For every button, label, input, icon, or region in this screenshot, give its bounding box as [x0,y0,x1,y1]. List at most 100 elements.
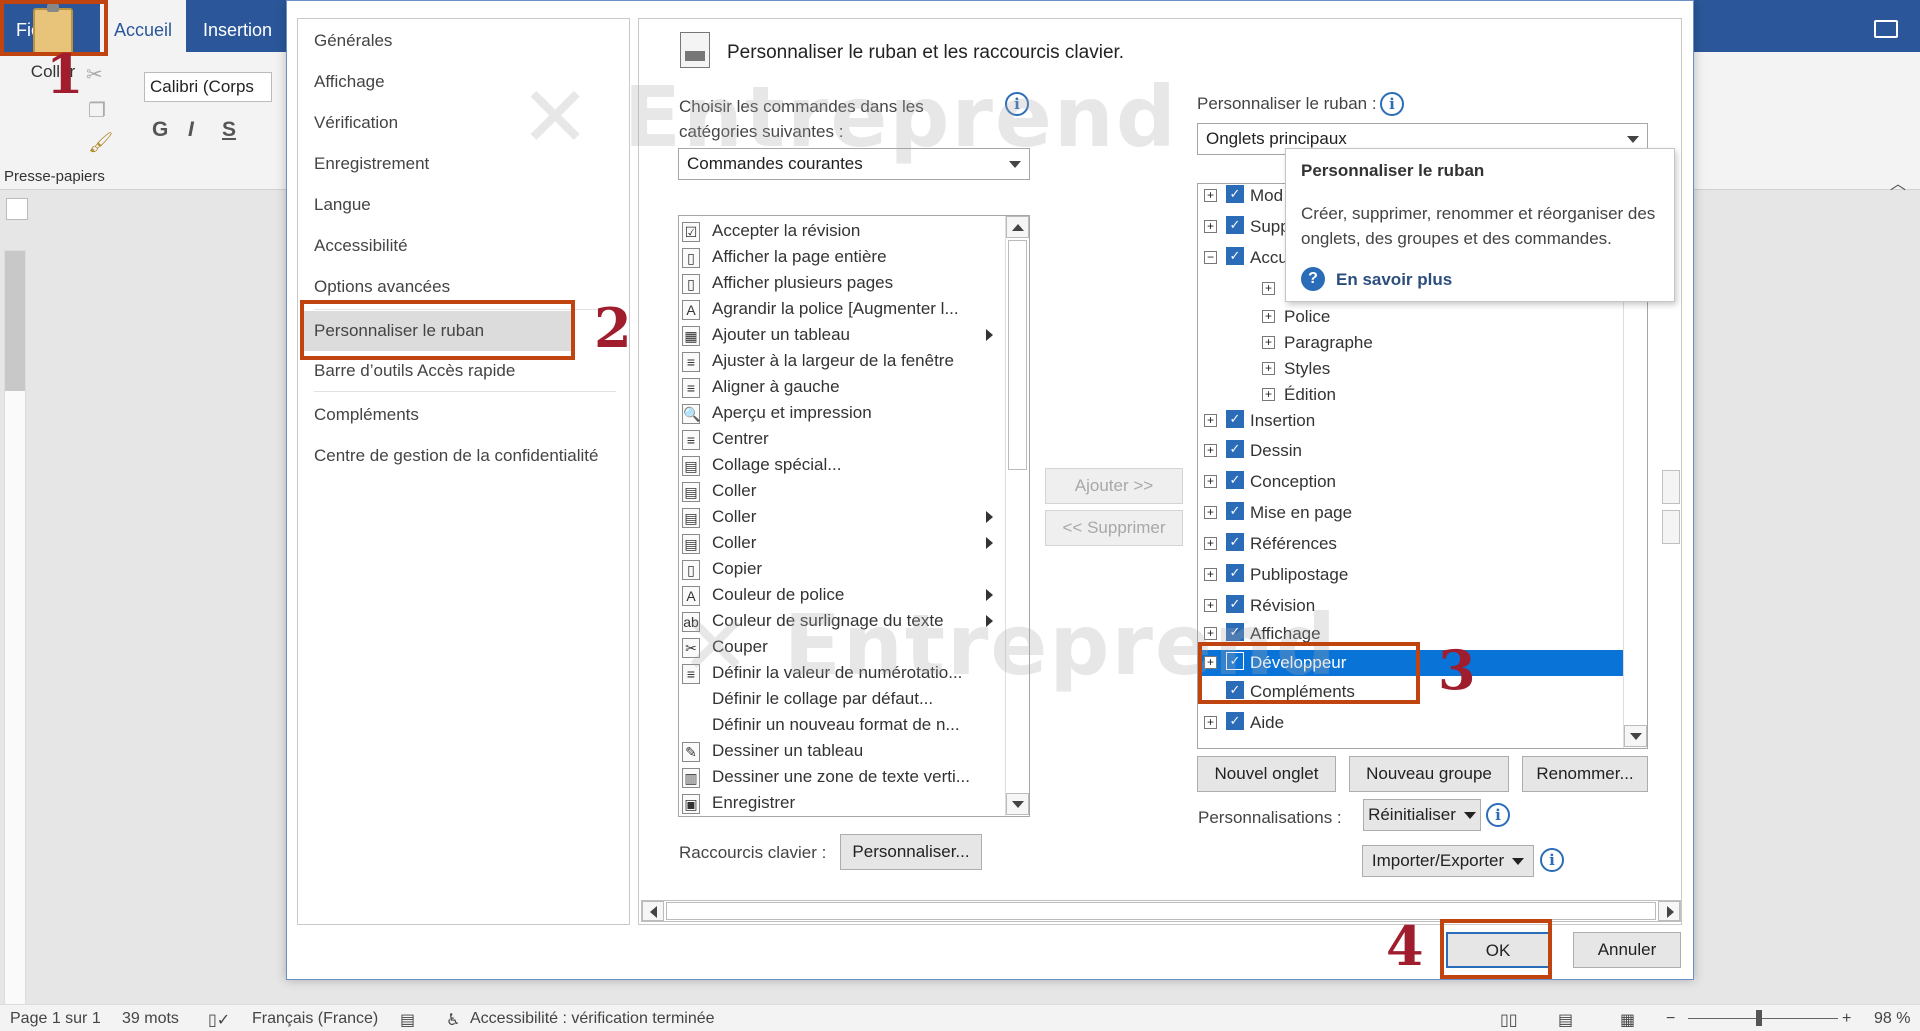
list-item[interactable]: ▦ Ajouter un tableau [679,323,1001,349]
list-item[interactable]: ≡ Centrer [679,427,1001,453]
scroll-right-button[interactable] [1658,901,1680,921]
nav-centre-confidentialite[interactable]: Centre de gestion de la confidentialité [314,446,598,466]
font-name-combo[interactable]: Calibri (Corps [144,72,272,102]
tree-item[interactable]: + Styles [1262,356,1618,382]
tree-item[interactable]: + Police [1262,304,1618,330]
scroll-down-button[interactable] [1624,725,1647,747]
list-item[interactable]: ▥ Dessiner une zone de texte verti... [679,765,1001,791]
nav-generales[interactable]: Générales [314,31,392,51]
checkbox-checked-icon[interactable]: ✓ [1226,471,1244,489]
customize-shortcuts-button[interactable]: Personnaliser... [840,834,982,870]
checkbox-checked-icon[interactable]: ✓ [1226,216,1244,234]
proofing-icon[interactable]: ▯✓ [208,1010,230,1030]
remove-button[interactable]: << Supprimer [1045,510,1183,546]
checkbox-checked-icon[interactable]: ✓ [1226,247,1244,265]
status-page[interactable]: Page 1 sur 1 [10,1010,101,1028]
format-painter-icon[interactable]: 🖌 [88,130,113,155]
expand-icon[interactable]: + [1262,282,1275,295]
cancel-button[interactable]: Annuler [1573,932,1681,968]
list-item[interactable]: ▯ Afficher plusieurs pages [679,271,1001,297]
scroll-thumb[interactable] [666,902,1656,920]
tree-item[interactable]: + ✓ Dessin [1204,438,1618,464]
zoom-in-icon[interactable]: + [1842,1010,1851,1028]
list-item[interactable]: ▣ Enregistrer [679,791,1001,816]
checkbox-checked-icon[interactable]: ✓ [1226,440,1244,458]
list-item[interactable]: ▤ Coller [679,505,1001,531]
expand-icon[interactable]: + [1204,568,1217,581]
tree-item[interactable]: + ✓ Aide [1204,710,1618,736]
rename-button[interactable]: Renommer... [1522,756,1648,792]
new-group-button[interactable]: Nouveau groupe [1349,756,1509,792]
cut-icon[interactable]: ✂ [86,62,103,87]
list-item[interactable]: ▤ Coller [679,479,1001,505]
macro-icon[interactable]: ▤ [400,1010,415,1030]
expand-icon[interactable]: + [1204,414,1217,427]
scroll-down-button[interactable] [1006,793,1029,815]
info-icon[interactable]: i [1380,92,1404,116]
move-up-button[interactable] [1662,470,1680,504]
checkbox-checked-icon[interactable]: ✓ [1226,502,1244,520]
print-layout-icon[interactable]: ▤ [1558,1010,1573,1030]
checkbox-checked-icon[interactable]: ✓ [1226,533,1244,551]
new-tab-button[interactable]: Nouvel onglet [1197,756,1336,792]
scroll-up-button[interactable] [1006,216,1029,238]
expand-icon[interactable]: + [1204,537,1217,550]
checkbox-checked-icon[interactable]: ✓ [1226,410,1244,428]
nav-options-avancees[interactable]: Options avancées [314,277,450,297]
list-item[interactable]: ▯ Afficher la page entière [679,245,1001,271]
tab-accueil[interactable]: Accueil [100,0,187,52]
list-item[interactable]: A Agrandir la police [Augmenter l... [679,297,1001,323]
list-item[interactable]: ▤ Coller [679,531,1001,557]
status-words[interactable]: 39 mots [122,1010,179,1028]
list-item[interactable]: Définir un nouveau format de n... [679,713,1001,739]
list-item[interactable]: ▤ Collage spécial... [679,453,1001,479]
web-layout-icon[interactable]: ▦ [1620,1010,1635,1030]
underline-button[interactable]: S [222,118,236,142]
checkbox-checked-icon[interactable]: ✓ [1226,185,1244,203]
nav-enregistrement[interactable]: Enregistrement [314,154,429,174]
scroll-left-button[interactable] [642,901,664,921]
tree-item[interactable]: + Paragraphe [1262,330,1618,356]
move-down-button[interactable] [1662,510,1680,544]
list-item[interactable]: ✎ Dessiner un tableau [679,739,1001,765]
bold-button[interactable]: G [152,118,168,142]
list-item[interactable]: ▯ Copier [679,557,1001,583]
italic-button[interactable]: I [188,118,194,142]
zoom-slider[interactable] [1688,1018,1838,1019]
expand-icon[interactable]: + [1204,475,1217,488]
info-icon[interactable]: i [1540,848,1564,872]
info-icon[interactable]: i [1486,803,1510,827]
zoom-level[interactable]: 98 % [1874,1010,1910,1028]
expand-icon[interactable]: + [1204,444,1217,457]
expand-icon[interactable]: + [1204,220,1217,233]
tree-item[interactable]: + ✓ Insertion [1204,408,1618,434]
import-export-button[interactable]: Importer/Exporter [1362,845,1534,877]
tree-item[interactable]: + ✓ Conception [1204,469,1618,495]
list-item[interactable]: ≡ Aligner à gauche [679,375,1001,401]
collapse-ribbon-icon[interactable]: ︿ [1890,170,1906,194]
nav-accessibilite[interactable]: Accessibilité [314,236,408,256]
tree-item[interactable]: + Édition [1262,382,1618,408]
read-mode-icon[interactable]: ▯▯ [1500,1010,1518,1030]
list-item[interactable]: 🔍 Aperçu et impression [679,401,1001,427]
expand-icon[interactable]: + [1204,189,1217,202]
status-language[interactable]: Français (France) [252,1010,378,1028]
nav-affichage[interactable]: Affichage [314,72,385,92]
checkbox-checked-icon[interactable]: ✓ [1226,712,1244,730]
zoom-out-icon[interactable]: − [1666,1010,1675,1028]
zoom-thumb[interactable] [1756,1010,1762,1026]
commands-scrollbar[interactable] [1005,216,1029,816]
add-button[interactable]: Ajouter >> [1045,468,1183,504]
tree-item[interactable]: + ✓ Publipostage [1204,562,1618,588]
scroll-thumb[interactable] [1008,240,1027,470]
status-accessibility[interactable]: Accessibilité : vérification terminée [470,1010,715,1028]
tab-selector[interactable] [6,198,28,220]
tree-item[interactable]: + ✓ Références [1204,531,1618,557]
accessibility-icon[interactable]: ♿ [446,1010,460,1030]
tab-insertion[interactable]: Insertion [189,0,286,52]
collapse-icon[interactable]: − [1204,251,1217,264]
commands-list[interactable]: ☑ Accepter la révision ▯ Afficher la page e… [678,215,1030,817]
expand-icon[interactable]: + [1204,716,1217,729]
learn-more-link[interactable]: En savoir plus [1336,270,1452,290]
expand-icon[interactable]: + [1204,506,1217,519]
